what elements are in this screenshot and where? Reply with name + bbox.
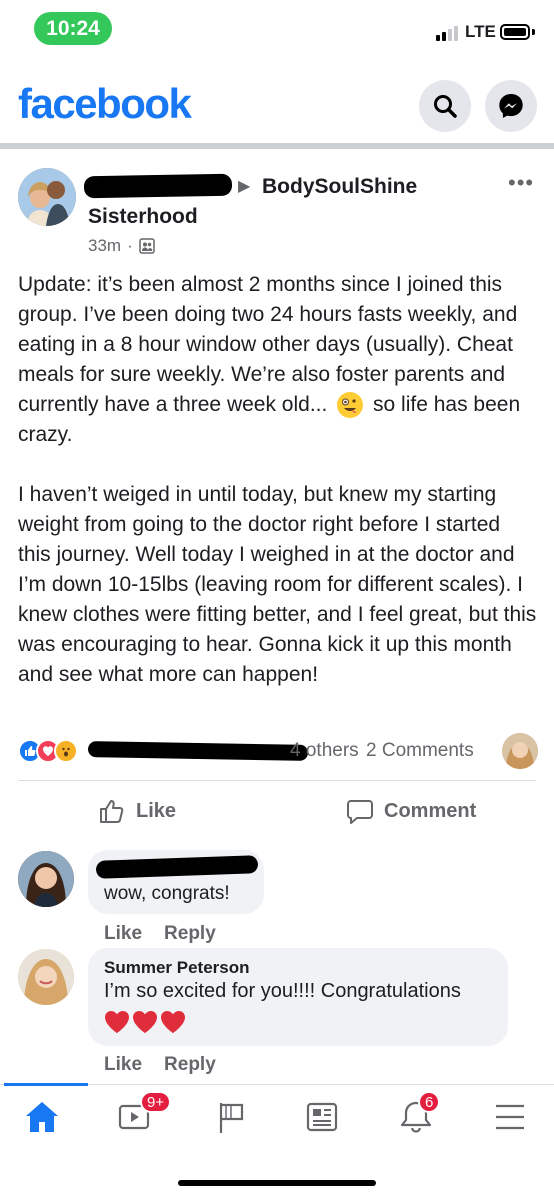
comment-1-avatar[interactable] (18, 851, 74, 907)
watch-badge: 9+ (140, 1091, 172, 1113)
comment-2-text: I’m so excited for you!!!! Congratulatio… (104, 980, 461, 1002)
group-name[interactable]: BodySoulShine (262, 175, 417, 199)
post-paragraph-1: Update: it’s been almost 2 months since … (18, 270, 538, 450)
messenger-icon (499, 94, 523, 118)
comment-2-like[interactable]: Like (104, 1054, 142, 1076)
comment-button[interactable]: Comment (346, 795, 476, 827)
commenter-avatar (502, 733, 538, 769)
tab-menu[interactable] (490, 1097, 530, 1137)
search-icon (434, 95, 457, 118)
comment-2-author[interactable]: Summer Peterson (104, 958, 250, 978)
comment-1-like[interactable]: Like (104, 923, 142, 945)
comment-2-actions: Like Reply (104, 1054, 216, 1076)
post-options-icon[interactable]: ••• (508, 170, 534, 196)
post-meta: 33m · (88, 236, 155, 256)
hamburger-menu-icon (496, 1104, 524, 1130)
active-tab-indicator (4, 1083, 88, 1086)
like-button[interactable]: Like (98, 795, 176, 827)
search-button[interactable] (419, 80, 471, 132)
wow-reaction-icon (54, 739, 78, 763)
reactions-summary[interactable]: 4 others 2 Comments (18, 733, 538, 769)
comment-1-text: wow, congrats! (104, 883, 230, 904)
comment-1-reply[interactable]: Reply (164, 923, 216, 945)
comment-2-reply[interactable]: Reply (164, 1054, 216, 1076)
hearts-emoji (104, 1010, 186, 1034)
tab-home[interactable] (22, 1097, 62, 1137)
notifications-badge: 6 (418, 1091, 441, 1113)
red-heart-icon (133, 1011, 157, 1033)
post-paragraph-2: I haven’t weiged in until today, but kne… (18, 483, 537, 686)
author-name-redacted (83, 173, 233, 199)
tab-news[interactable] (302, 1097, 342, 1137)
status-bar: 10:24 LTE (0, 0, 554, 60)
author-avatar[interactable] (18, 168, 76, 226)
red-heart-icon (161, 1011, 185, 1033)
messenger-button[interactable] (485, 80, 537, 132)
post-text: Update: it’s been almost 2 months since … (18, 270, 538, 720)
app-header: facebook (0, 70, 554, 140)
group-members-icon (139, 238, 155, 254)
group-name-line2[interactable]: Sisterhood (88, 205, 198, 229)
like-label: Like (136, 799, 177, 822)
post-time[interactable]: 33m (88, 236, 121, 256)
home-icon (26, 1102, 58, 1132)
comment-1-actions: Like Reply (104, 923, 216, 945)
comment-icon (347, 800, 373, 824)
reactions-others[interactable]: 4 others (290, 740, 359, 762)
tab-pages[interactable] (212, 1097, 252, 1137)
shared-to-arrow-icon: ▶ (238, 178, 251, 195)
facebook-logo[interactable]: facebook (18, 80, 192, 128)
status-time: 10:24 (34, 12, 112, 45)
signal-icon (436, 26, 458, 41)
network-label: LTE (465, 22, 496, 41)
flag-icon (219, 1103, 244, 1133)
comment-label: Comment (384, 799, 477, 822)
zany-face-emoji-icon (337, 392, 364, 419)
battery-icon (500, 24, 530, 40)
battery-tip (532, 29, 535, 35)
comments-count[interactable]: 2 Comments (366, 740, 474, 762)
comment-2-avatar[interactable] (18, 949, 74, 1005)
reactors-redacted (87, 741, 309, 761)
meta-dot: · (127, 236, 133, 255)
red-heart-icon (105, 1011, 129, 1033)
thumbs-up-icon (100, 800, 124, 823)
newspaper-icon (306, 1102, 338, 1132)
home-indicator (178, 1180, 376, 1186)
header-divider (0, 143, 554, 149)
actions-divider (18, 780, 536, 781)
